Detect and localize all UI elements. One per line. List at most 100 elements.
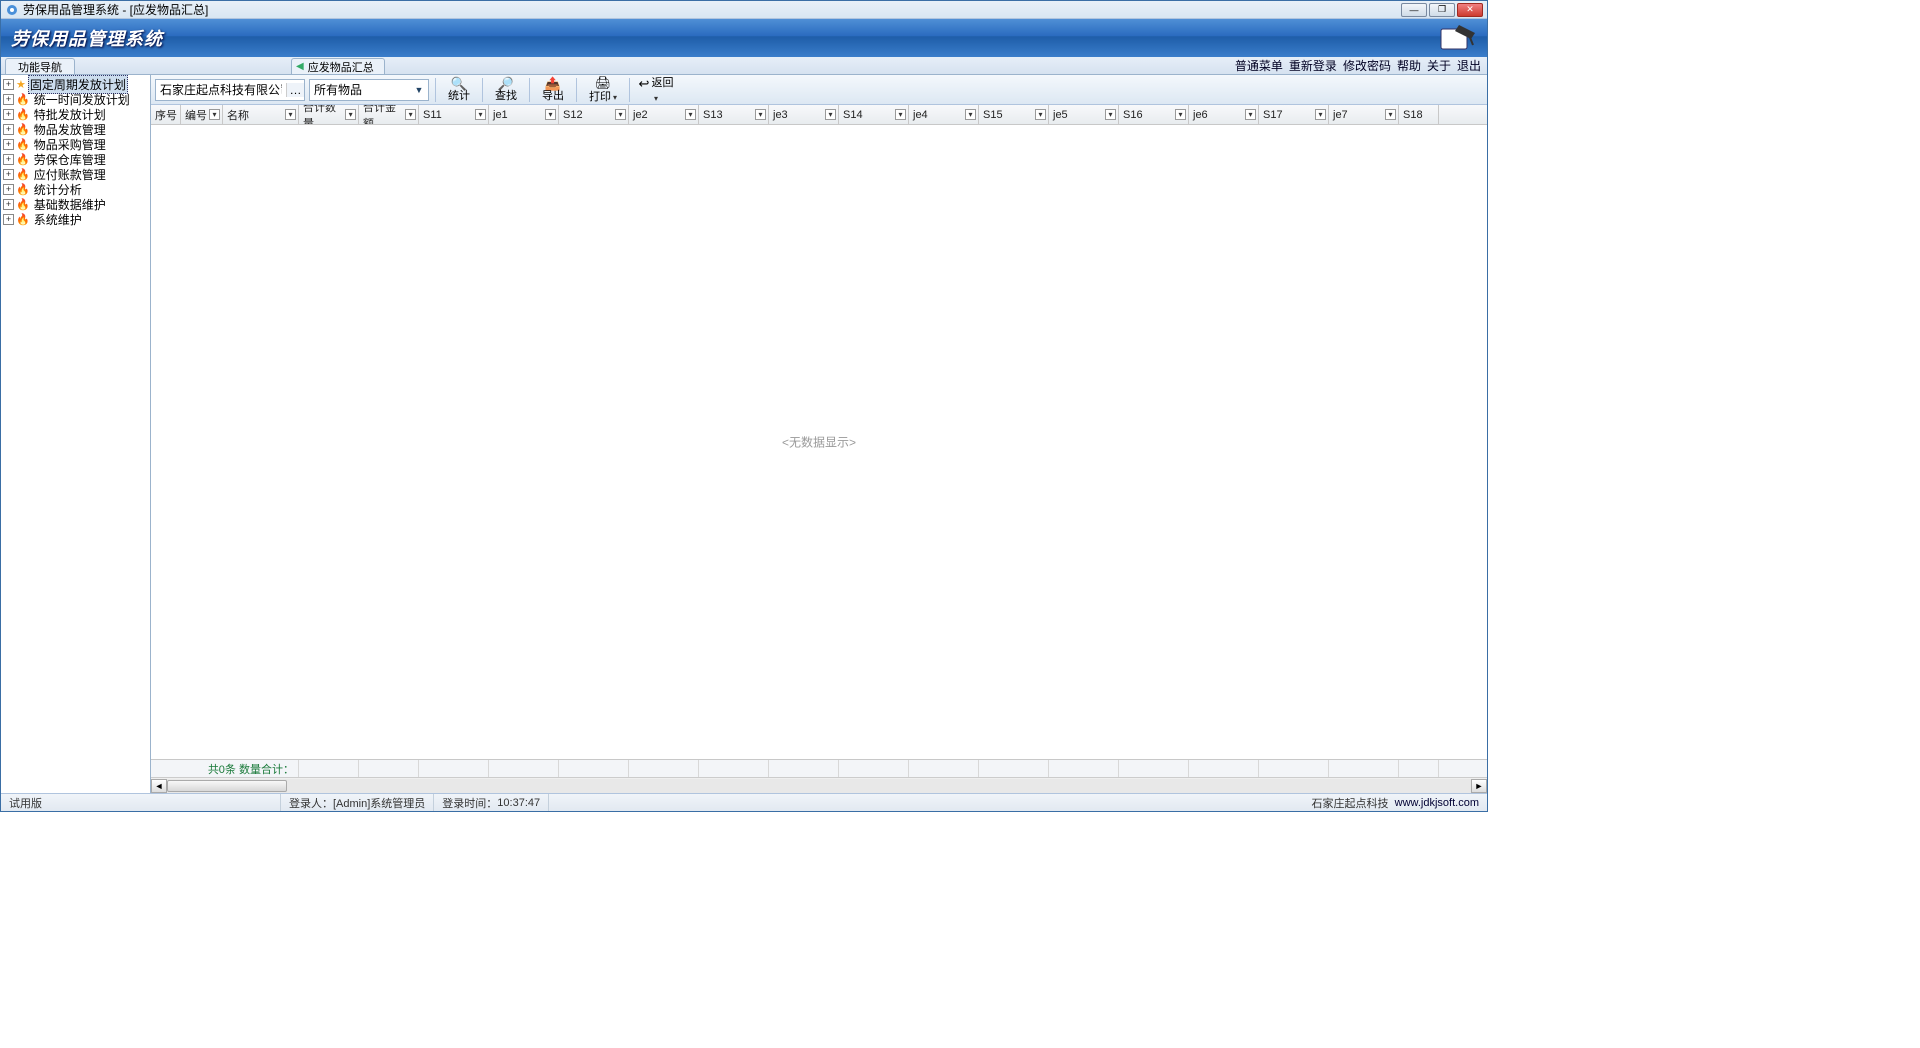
expand-icon[interactable]: + bbox=[3, 94, 14, 105]
menu-4[interactable]: 关于 bbox=[1427, 57, 1451, 74]
content-tab[interactable]: ◀ 应发物品汇总 bbox=[291, 58, 385, 74]
column-header[interactable]: S12▾ bbox=[559, 105, 629, 124]
menu-1[interactable]: 重新登录 bbox=[1289, 57, 1337, 74]
filter-dropdown-icon[interactable]: ▾ bbox=[685, 109, 696, 120]
filter-dropdown-icon[interactable]: ▾ bbox=[755, 109, 766, 120]
scroll-left-button[interactable]: ◄ bbox=[151, 779, 167, 793]
summary-label: 共0条 数量合计： bbox=[151, 760, 299, 777]
column-header[interactable]: S18 bbox=[1399, 105, 1439, 124]
data-grid: 序号编号▾名称▾合计数量▾合计金额▾S11▾je1▾S12▾je2▾S13▾je… bbox=[151, 105, 1487, 793]
back-button[interactable]: ↩ 返回 ▾ bbox=[636, 76, 676, 104]
expand-icon[interactable]: + bbox=[3, 199, 14, 210]
menu-2[interactable]: 修改密码 bbox=[1343, 57, 1391, 74]
column-header[interactable]: 合计数量▾ bbox=[299, 105, 359, 124]
filter-dropdown-icon[interactable]: ▾ bbox=[1315, 109, 1326, 120]
stat-button[interactable]: 🔍 统计 bbox=[442, 76, 476, 104]
filter-dropdown-icon[interactable]: ▾ bbox=[405, 109, 416, 120]
tree-item-4[interactable]: +🔥物品采购管理 bbox=[1, 137, 150, 152]
filter-dropdown-icon[interactable]: ▾ bbox=[615, 109, 626, 120]
summary-cell bbox=[419, 760, 489, 777]
expand-icon[interactable]: + bbox=[3, 184, 14, 195]
tree-item-5[interactable]: +🔥劳保仓库管理 bbox=[1, 152, 150, 167]
close-button[interactable]: ✕ bbox=[1457, 3, 1483, 17]
filter-dropdown-icon[interactable]: ▾ bbox=[285, 109, 296, 120]
filter-dropdown-icon[interactable]: ▾ bbox=[825, 109, 836, 120]
column-header[interactable]: je4▾ bbox=[909, 105, 979, 124]
summary-cell bbox=[979, 760, 1049, 777]
column-header[interactable]: S16▾ bbox=[1119, 105, 1189, 124]
tree-item-8[interactable]: +🔥基础数据维护 bbox=[1, 197, 150, 212]
maximize-button[interactable]: ❐ bbox=[1429, 3, 1455, 17]
menu-3[interactable]: 帮助 bbox=[1397, 57, 1421, 74]
print-button[interactable]: 🖨 打印 ▾ bbox=[583, 76, 623, 104]
company-combo[interactable]: … bbox=[155, 79, 305, 101]
expand-icon[interactable]: + bbox=[3, 124, 14, 135]
menu-0[interactable]: 普通菜单 bbox=[1235, 57, 1283, 74]
filter-dropdown-icon[interactable]: ▾ bbox=[545, 109, 556, 120]
filter-dropdown-icon[interactable]: ▾ bbox=[1105, 109, 1116, 120]
grid-body[interactable]: <无数据显示> bbox=[151, 125, 1487, 759]
toolbar-separator bbox=[576, 78, 577, 102]
filter-dropdown-icon[interactable]: ▾ bbox=[209, 109, 220, 120]
filter-dropdown-icon[interactable]: ▾ bbox=[1035, 109, 1046, 120]
export-button[interactable]: 📤 导出 bbox=[536, 76, 570, 104]
column-header[interactable]: S15▾ bbox=[979, 105, 1049, 124]
goods-combo[interactable]: ▼ bbox=[309, 79, 429, 101]
tree-item-3[interactable]: +🔥物品发放管理 bbox=[1, 122, 150, 137]
horizontal-scrollbar[interactable]: ◄ ► bbox=[151, 777, 1487, 793]
expand-icon[interactable]: + bbox=[3, 109, 14, 120]
find-button[interactable]: 🔎 查找 bbox=[489, 76, 523, 104]
tree-item-1[interactable]: +🔥统一时间发放计划 bbox=[1, 92, 150, 107]
menu-5[interactable]: 退出 bbox=[1457, 57, 1481, 74]
filter-dropdown-icon[interactable]: ▾ bbox=[1245, 109, 1256, 120]
company-input[interactable] bbox=[156, 80, 286, 100]
tree-item-6[interactable]: +🔥应付账款管理 bbox=[1, 167, 150, 182]
column-header[interactable]: je7▾ bbox=[1329, 105, 1399, 124]
tree-item-9[interactable]: +🔥系统维护 bbox=[1, 212, 150, 227]
column-header[interactable]: 名称▾ bbox=[223, 105, 299, 124]
nav-tab[interactable]: 功能导航 bbox=[5, 58, 75, 74]
filter-dropdown-icon[interactable]: ▾ bbox=[1175, 109, 1186, 120]
expand-icon[interactable]: + bbox=[3, 214, 14, 225]
filter-dropdown-icon[interactable]: ▾ bbox=[345, 109, 356, 120]
status-url[interactable]: www.jdkjsoft.com bbox=[1395, 797, 1479, 809]
column-header[interactable]: 序号 bbox=[151, 105, 181, 124]
column-header[interactable]: S14▾ bbox=[839, 105, 909, 124]
column-header[interactable]: S11▾ bbox=[419, 105, 489, 124]
filter-dropdown-icon[interactable]: ▾ bbox=[475, 109, 486, 120]
filter-dropdown-icon[interactable]: ▾ bbox=[1385, 109, 1396, 120]
company-browse-button[interactable]: … bbox=[286, 83, 304, 97]
scroll-track[interactable] bbox=[167, 779, 1471, 793]
flame-icon: 🔥 bbox=[16, 123, 30, 136]
filter-dropdown-icon[interactable]: ▾ bbox=[965, 109, 976, 120]
column-header[interactable]: je3▾ bbox=[769, 105, 839, 124]
minimize-button[interactable]: — bbox=[1401, 3, 1427, 17]
column-header[interactable]: je5▾ bbox=[1049, 105, 1119, 124]
grid-header: 序号编号▾名称▾合计数量▾合计金额▾S11▾je1▾S12▾je2▾S13▾je… bbox=[151, 105, 1487, 125]
scroll-thumb[interactable] bbox=[167, 780, 287, 792]
sidebar-tree[interactable]: +★固定周期发放计划+🔥统一时间发放计划+🔥特批发放计划+🔥物品发放管理+🔥物品… bbox=[1, 75, 151, 793]
grid-footer: 共0条 数量合计： bbox=[151, 759, 1487, 777]
expand-icon[interactable]: + bbox=[3, 154, 14, 165]
filter-dropdown-icon[interactable]: ▾ bbox=[895, 109, 906, 120]
tree-item-7[interactable]: +🔥统计分析 bbox=[1, 182, 150, 197]
expand-icon[interactable]: + bbox=[3, 169, 14, 180]
toolbar-separator bbox=[629, 78, 630, 102]
column-header[interactable]: je2▾ bbox=[629, 105, 699, 124]
expand-icon[interactable]: + bbox=[3, 79, 14, 90]
flame-icon: 🔥 bbox=[16, 153, 30, 166]
column-header[interactable]: 编号▾ bbox=[181, 105, 223, 124]
tree-item-2[interactable]: +🔥特批发放计划 bbox=[1, 107, 150, 122]
goods-dropdown-icon[interactable]: ▼ bbox=[410, 85, 428, 95]
flame-icon: 🔥 bbox=[16, 93, 30, 106]
column-header[interactable]: 合计金额▾ bbox=[359, 105, 419, 124]
column-header[interactable]: je6▾ bbox=[1189, 105, 1259, 124]
tree-item-0[interactable]: +★固定周期发放计划 bbox=[1, 77, 150, 92]
column-header[interactable]: je1▾ bbox=[489, 105, 559, 124]
scroll-right-button[interactable]: ► bbox=[1471, 779, 1487, 793]
column-header[interactable]: S13▾ bbox=[699, 105, 769, 124]
column-header[interactable]: S17▾ bbox=[1259, 105, 1329, 124]
main-area: +★固定周期发放计划+🔥统一时间发放计划+🔥特批发放计划+🔥物品发放管理+🔥物品… bbox=[1, 75, 1487, 793]
expand-icon[interactable]: + bbox=[3, 139, 14, 150]
goods-input[interactable] bbox=[310, 80, 410, 100]
